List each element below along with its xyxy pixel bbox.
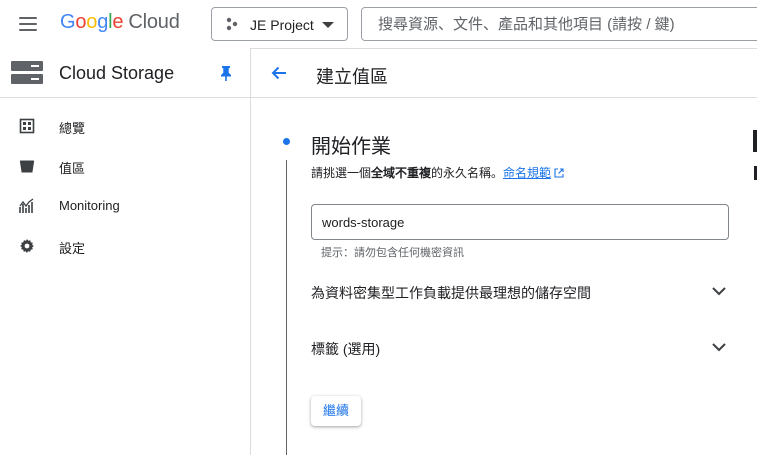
- sidebar-item-label: 值區: [59, 161, 86, 176]
- product-title: Cloud Storage: [59, 63, 175, 83]
- monitoring-icon: [19, 198, 34, 213]
- continue-button[interactable]: 繼續: [311, 396, 361, 426]
- cloud-storage-icon: [11, 61, 43, 84]
- sidebar-item-settings[interactable]: 設定: [0, 226, 250, 266]
- storage-optimization-expander[interactable]: 為資料密集型工作負載提供最理想的儲存空間: [311, 275, 731, 307]
- dropdown-caret-icon: [322, 22, 334, 28]
- expander-label: 為資料密集型工作負載提供最理想的儲存空間: [311, 285, 591, 301]
- sidebar-item-label: Monitoring: [59, 198, 120, 213]
- chevron-down-icon: [712, 343, 726, 352]
- logo-product-label: Cloud: [128, 11, 180, 33]
- sidebar-header: Cloud Storage: [0, 48, 250, 98]
- labels-expander[interactable]: 標籤 (選用): [311, 331, 731, 363]
- sidebar-item-buckets[interactable]: 值區: [0, 146, 250, 186]
- back-arrow-icon[interactable]: [269, 63, 289, 83]
- sidebar-item-overview[interactable]: 總覽: [0, 106, 250, 146]
- sidebar-item-monitoring[interactable]: Monitoring: [0, 186, 250, 226]
- overview-icon: [19, 118, 35, 134]
- desc-suffix: 的永久名稱。: [431, 166, 504, 180]
- step-description: 請挑選一個全域不重複的永久名稱。命名規範: [311, 164, 564, 181]
- naming-guidelines-link[interactable]: 命名規範: [503, 166, 564, 180]
- pin-icon[interactable]: [219, 65, 233, 81]
- expander-label: 標籤 (選用): [311, 341, 381, 357]
- project-icon: [226, 17, 238, 31]
- project-selector[interactable]: JE Project: [211, 7, 348, 41]
- main-menu-icon[interactable]: [16, 14, 40, 34]
- step-indicator-dot: [283, 138, 290, 145]
- step-title: 開始作業: [311, 136, 391, 158]
- desc-bold: 全域不重複: [371, 166, 432, 180]
- step-connector-line: [286, 160, 287, 455]
- page-title: 建立值區: [316, 67, 388, 87]
- external-link-icon: [554, 168, 564, 178]
- sidebar-item-label: 設定: [59, 241, 86, 256]
- desc-prefix: 請挑選一個: [311, 166, 372, 180]
- link-label: 命名規範: [503, 166, 552, 180]
- bucket-name-field[interactable]: [311, 204, 729, 240]
- chevron-down-icon: [712, 287, 726, 296]
- search-bar[interactable]: [361, 7, 757, 41]
- bucket-name-input[interactable]: [322, 205, 717, 239]
- top-app-bar: Google Cloud JE Project: [0, 0, 757, 49]
- google-cloud-logo[interactable]: Google Cloud: [60, 11, 180, 34]
- bucket-icon: [20, 160, 34, 173]
- sidebar: Cloud Storage 總覽 值區 Monitoring 設定: [0, 48, 251, 455]
- clipped-panel-edge: [753, 130, 757, 152]
- project-name: JE Project: [250, 17, 314, 33]
- field-hint: 提示：請勿包含任何機密資訊: [321, 247, 464, 259]
- search-input[interactable]: [378, 8, 757, 40]
- sidebar-item-label: 總覽: [59, 121, 86, 136]
- settings-gear-icon: [20, 239, 34, 253]
- page-header: 建立值區: [251, 48, 757, 98]
